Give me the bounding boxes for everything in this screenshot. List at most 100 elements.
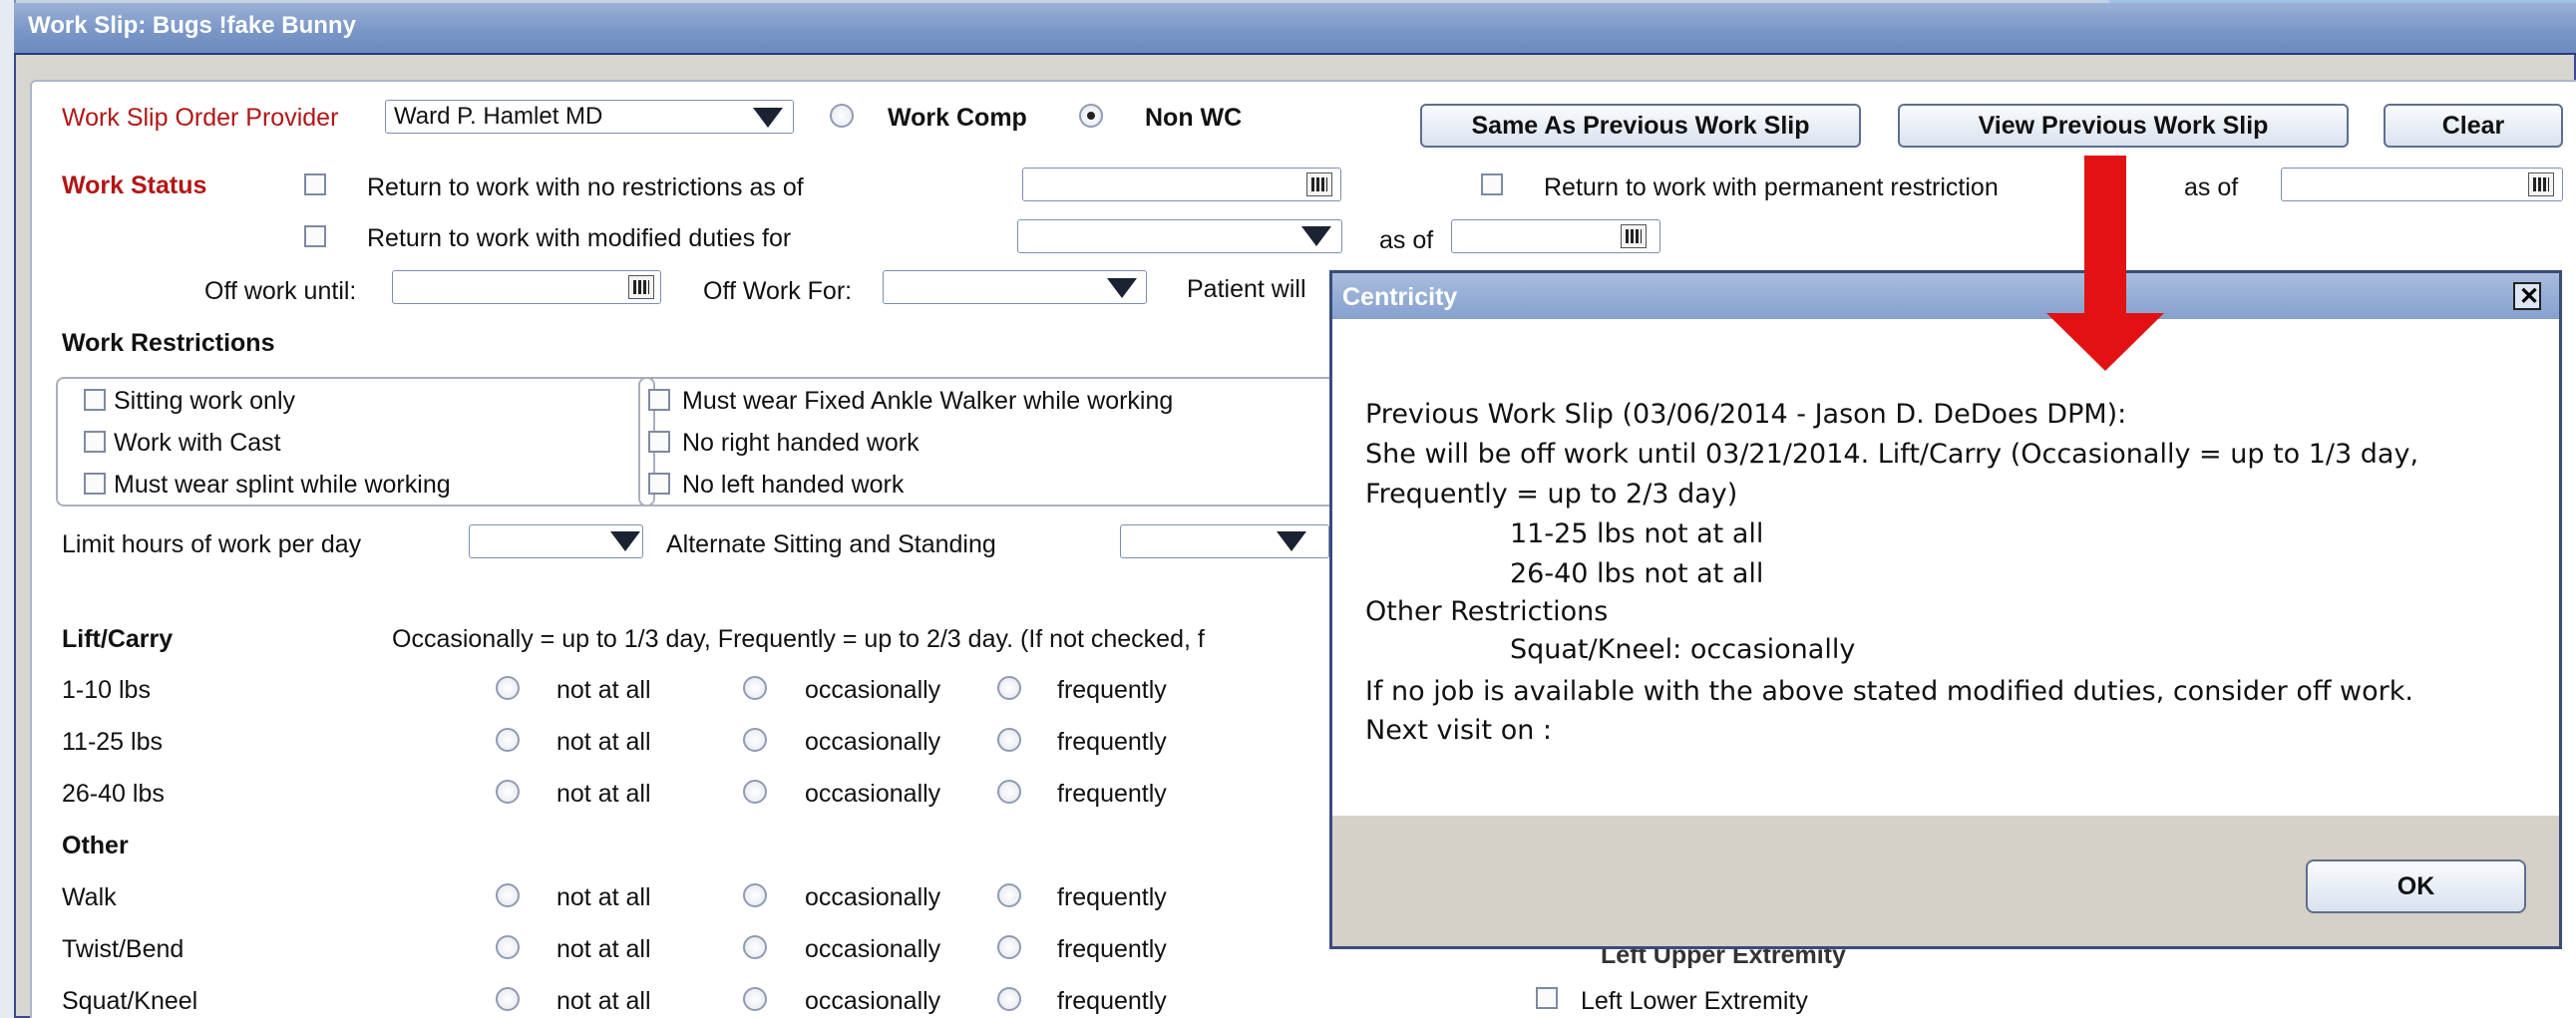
- occasionally-radio[interactable]: [743, 728, 767, 752]
- occasionally-radio[interactable]: [743, 883, 767, 907]
- frequently-radio[interactable]: [997, 987, 1021, 1011]
- modified-duties-checkbox[interactable]: [304, 225, 326, 247]
- annotation-arrow-shaft: [2084, 156, 2126, 315]
- sitting-work-checkbox[interactable]: [84, 389, 106, 411]
- no-restrictions-date[interactable]: [1022, 168, 1341, 201]
- no-right-hand-checkbox[interactable]: [648, 431, 670, 453]
- dialog-line: 11-25 lbs not at all: [1510, 518, 1764, 549]
- frequently-radio[interactable]: [997, 676, 1021, 700]
- occasionally-radio[interactable]: [743, 987, 767, 1011]
- option-label: not at all: [556, 728, 651, 756]
- option-label: occasionally: [805, 780, 941, 808]
- restriction-label: Must wear splint while working: [114, 471, 451, 499]
- frequently-radio[interactable]: [997, 935, 1021, 959]
- ankle-walker-checkbox[interactable]: [648, 389, 670, 411]
- option-label: not at all: [556, 676, 651, 704]
- occasionally-radio[interactable]: [743, 676, 767, 700]
- not-at-all-radio[interactable]: [496, 676, 520, 700]
- calendar-icon[interactable]: [1621, 224, 1647, 248]
- dialog-line: She will be off work until 03/21/2014. L…: [1365, 439, 2419, 470]
- restriction-label: No right handed work: [682, 429, 920, 457]
- option-label: frequently: [1057, 780, 1167, 808]
- lift-carry-title: Lift/Carry: [62, 625, 174, 653]
- option-label: not at all: [556, 987, 651, 1015]
- dialog-line: If no job is available with the above st…: [1365, 676, 2413, 707]
- off-work-for-label: Off Work For:: [703, 277, 853, 305]
- frequently-radio[interactable]: [997, 728, 1021, 752]
- limit-hours-label: Limit hours of work per day: [62, 530, 362, 558]
- window-title: Work Slip: Bugs !fake Bunny: [28, 12, 356, 39]
- patient-will-label: Patient will: [1187, 275, 1306, 303]
- restriction-label: No left handed work: [682, 471, 905, 499]
- dialog-line: Other Restrictions: [1365, 596, 1609, 627]
- ok-button[interactable]: OK: [2306, 859, 2526, 913]
- dialog-line: 26-40 lbs not at all: [1510, 558, 1764, 589]
- not-at-all-radio[interactable]: [496, 728, 520, 752]
- provider-select[interactable]: Ward P. Hamlet MD: [385, 100, 794, 134]
- other-row-label: Walk: [62, 883, 117, 911]
- close-icon[interactable]: ✕: [2513, 282, 2541, 310]
- non-wc-label: Non WC: [1145, 104, 1243, 132]
- same-as-previous-button[interactable]: Same As Previous Work Slip: [1420, 104, 1861, 148]
- off-work-until-date[interactable]: [392, 270, 661, 304]
- permanent-restriction-checkbox[interactable]: [1481, 173, 1503, 195]
- other-row-label: Twist/Bend: [62, 935, 184, 963]
- provider-label: Work Slip Order Provider: [62, 104, 339, 132]
- not-at-all-radio[interactable]: [496, 780, 520, 804]
- lift-row-label: 11-25 lbs: [62, 728, 163, 756]
- lift-row-label: 1-10 lbs: [62, 676, 151, 704]
- left-lower-extremity-label: Left Lower Extremity: [1581, 987, 1808, 1015]
- not-at-all-radio[interactable]: [496, 987, 520, 1011]
- dialog-title-bar: [1332, 273, 2559, 319]
- option-label: frequently: [1057, 728, 1167, 756]
- restriction-label: Must wear Fixed Ankle Walker while worki…: [682, 387, 1174, 415]
- splint-checkbox[interactable]: [84, 473, 106, 495]
- view-previous-button[interactable]: View Previous Work Slip: [1898, 104, 2349, 148]
- other-title: Other: [62, 832, 129, 859]
- off-work-for-select[interactable]: [883, 270, 1147, 304]
- restriction-label: Work with Cast: [114, 429, 281, 457]
- work-restrictions-title: Work Restrictions: [62, 329, 275, 357]
- no-left-hand-checkbox[interactable]: [648, 473, 670, 495]
- option-label: frequently: [1057, 883, 1167, 911]
- calendar-icon[interactable]: [1306, 172, 1332, 196]
- modified-duties-select[interactable]: [1017, 219, 1342, 253]
- work-comp-label: Work Comp: [888, 104, 1027, 132]
- limit-hours-select[interactable]: [469, 524, 643, 558]
- calendar-icon[interactable]: [2528, 172, 2554, 196]
- other-row-label: Squat/Kneel: [62, 987, 198, 1015]
- left-lower-extremity-checkbox[interactable]: [1536, 987, 1558, 1009]
- dialog-title: Centricity: [1342, 283, 1458, 311]
- frequently-radio[interactable]: [997, 780, 1021, 804]
- frequently-radio[interactable]: [997, 883, 1021, 907]
- restriction-label: Sitting work only: [114, 387, 296, 415]
- modified-duties-label: Return to work with modified duties for: [367, 224, 792, 252]
- as-of-label-2: as of: [1379, 226, 1434, 254]
- not-at-all-radio[interactable]: [496, 935, 520, 959]
- lift-row-label: 26-40 lbs: [62, 780, 165, 808]
- option-label: not at all: [556, 780, 651, 808]
- calendar-icon[interactable]: [628, 275, 654, 299]
- no-restrictions-label: Return to work with no restrictions as o…: [367, 173, 804, 201]
- option-label: occasionally: [805, 935, 941, 963]
- work-comp-radio[interactable]: [830, 104, 854, 128]
- dialog-line: Previous Work Slip (03/06/2014 - Jason D…: [1365, 399, 2127, 430]
- not-at-all-radio[interactable]: [496, 883, 520, 907]
- non-wc-radio[interactable]: [1079, 104, 1103, 128]
- title-bar: [14, 3, 2576, 55]
- dialog-line: Frequently = up to 2/3 day): [1365, 479, 1738, 509]
- clear-button[interactable]: Clear: [2384, 104, 2563, 148]
- occasionally-radio[interactable]: [743, 780, 767, 804]
- off-work-until-label: Off work until:: [204, 277, 357, 305]
- no-restrictions-checkbox[interactable]: [304, 173, 326, 195]
- lift-carry-note: Occasionally = up to 1/3 day, Frequently…: [392, 625, 1205, 653]
- option-label: occasionally: [805, 987, 941, 1015]
- option-label: occasionally: [805, 676, 941, 704]
- permanent-date[interactable]: [2281, 168, 2563, 201]
- option-label: not at all: [556, 935, 651, 963]
- as-of-label: as of: [2184, 173, 2239, 201]
- option-label: frequently: [1057, 987, 1167, 1015]
- occasionally-radio[interactable]: [743, 935, 767, 959]
- dialog-line: Next visit on :: [1365, 715, 1553, 746]
- work-with-cast-checkbox[interactable]: [84, 431, 106, 453]
